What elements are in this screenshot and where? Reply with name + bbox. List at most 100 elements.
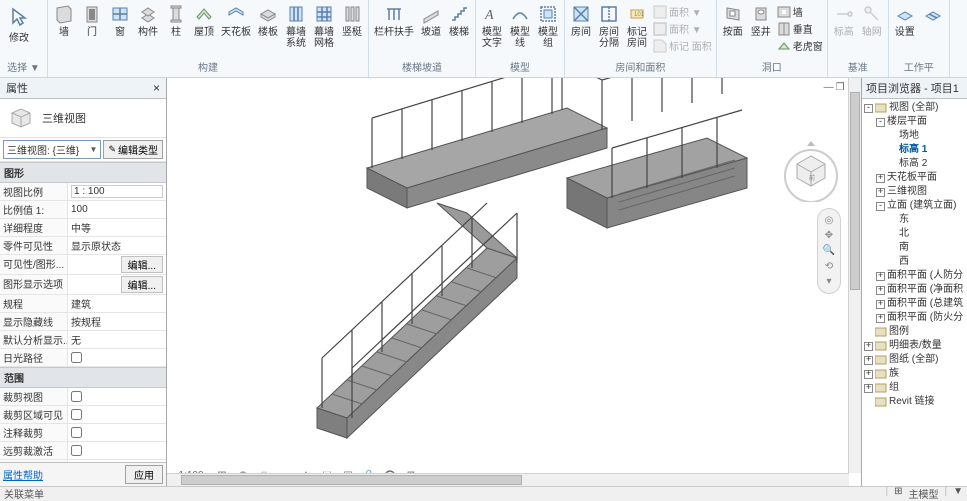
tree-node[interactable]: 西 [862,255,967,269]
opening-face-button[interactable]: 按面 [719,1,747,40]
viewcube[interactable]: 前 [779,138,843,202]
tree-node[interactable]: -楼层平面 [862,115,967,129]
tree-node[interactable]: 东 [862,213,967,227]
collapse-icon[interactable]: - [864,104,873,113]
area-boundary-dropdown[interactable]: 面积 ▼ [651,20,714,37]
checkbox[interactable] [71,445,82,456]
viewport[interactable]: — ❐ ✕ 前 ◎ ✥ 🔍 ⟲ ▾ 1:100 ▦ ◍ ☀ ◐ ✦ ⬚ ▣ 🔒 … [167,78,861,486]
zoom-icon[interactable]: 🔍 [823,245,835,256]
opening-vertical-button[interactable]: 垂直 [775,20,825,37]
curtain-system-button[interactable]: 幕墙 系统 [282,1,310,51]
restore-icon[interactable]: ❐ [836,82,845,93]
component-button[interactable]: 构件 [134,1,162,40]
checkbox[interactable] [71,409,82,420]
pan-icon[interactable]: ✥ [825,230,833,241]
expand-icon[interactable]: + [876,188,885,197]
roof-button[interactable]: 屋顶 [190,1,218,40]
close-icon[interactable]: × [153,81,160,95]
steering-wheel-icon[interactable]: ◎ [825,215,834,226]
properties-help-link[interactable]: 属性帮助 [3,467,43,482]
checkbox[interactable] [71,391,82,402]
scrollbar-thumb[interactable] [181,475,522,485]
ramp-button[interactable]: 坡道 [417,1,445,40]
opening-shaft-button[interactable]: 竖井 [747,1,775,40]
apply-button[interactable]: 应用 [125,465,163,484]
tree-node[interactable]: +面积平面 (净面积 [862,283,967,297]
workplane-show-button[interactable] [919,1,947,27]
column-button[interactable]: 柱 [162,1,190,40]
modify-button[interactable]: 修改 [2,1,36,46]
status-hint[interactable]: 主模型 [908,486,938,501]
viewcube-home-icon[interactable] [807,141,815,146]
tree-node[interactable]: 图例 [862,325,967,339]
scrollbar-thumb[interactable] [850,92,860,290]
type-selector-row[interactable]: 三维视图 [0,99,166,138]
tree-node[interactable]: +明细表/数量 [862,339,967,353]
status-worksets-icon[interactable]: ⊞ [894,486,902,501]
tree-node[interactable]: 标高 1 [862,143,967,157]
horizontal-scrollbar[interactable] [167,473,849,486]
tree-node[interactable]: +面积平面 (防火分 [862,311,967,325]
expand-icon[interactable]: + [876,286,885,295]
area-dropdown[interactable]: 面积 ▼ [651,3,714,20]
model-line-button[interactable]: 模型 线 [506,1,534,51]
expand-icon[interactable]: + [876,174,885,183]
minimize-icon[interactable]: — [824,82,834,93]
tree-node[interactable]: -立面 (建筑立面) [862,199,967,213]
wall-button[interactable]: 墙 [50,1,78,40]
expand-icon[interactable]: + [876,272,885,281]
tree-node[interactable]: +组 [862,381,967,395]
railing-button[interactable]: 栏杆扶手 [371,1,417,40]
section-extents[interactable]: 范围 [0,367,166,388]
navigation-bar[interactable]: ◎ ✥ 🔍 ⟲ ▾ [817,208,841,294]
checkbox[interactable] [71,427,82,438]
model-text-button[interactable]: A模型 文字 [478,1,506,51]
model-group-button[interactable]: 模型 组 [534,1,562,51]
tree-node[interactable]: -视图 (全部) [862,101,967,115]
section-graphics[interactable]: 图形 [0,162,166,183]
room-separator-button[interactable]: 房间 分隔 [595,1,623,51]
tag-area-button[interactable]: 标记 面积 [651,37,714,54]
mullion-button[interactable]: 竖梃 [338,1,366,40]
properties-grid[interactable]: 图形 视图比例1 : 100 比例值 1:100 详细程度中等 零件可见性显示原… [0,162,166,462]
expand-icon[interactable]: + [864,384,873,393]
room-button[interactable]: 房间 [567,1,595,40]
edit-button[interactable]: 编辑... [121,276,163,293]
tree-node[interactable]: Revit 链接 [862,395,967,409]
tree-node[interactable]: +族 [862,367,967,381]
collapse-icon[interactable]: - [876,202,885,211]
tree-node[interactable]: +三维视图 [862,185,967,199]
model-3d-view[interactable] [167,78,861,486]
workplane-set-button[interactable]: 设置 [891,1,919,40]
checkbox[interactable] [71,352,82,363]
tree-node[interactable]: +天花板平面 [862,171,967,185]
select-dropdown[interactable]: 选择 ▼ [2,58,45,76]
tree-node[interactable]: +面积平面 (总建筑 [862,297,967,311]
status-filter-icon[interactable]: ▼ [953,486,963,501]
tag-room-button[interactable]: 101标记 房间 [623,1,651,51]
edit-type-button[interactable]: ✎编辑类型 [103,140,163,159]
collapse-icon[interactable]: - [876,118,885,127]
expand-icon[interactable]: + [876,300,885,309]
stair-button[interactable]: 楼梯 [445,1,473,40]
grid-button[interactable]: 轴网 [858,1,886,40]
floor-button[interactable]: 楼板 [254,1,282,40]
vertical-scrollbar[interactable] [848,78,861,473]
tree-node[interactable]: +面积平面 (人防分 [862,269,967,283]
edit-button[interactable]: 编辑... [121,256,163,273]
nav-more-icon[interactable]: ▾ [826,276,831,287]
opening-dormer-button[interactable]: 老虎窗 [775,37,825,54]
door-button[interactable]: 门 [78,1,106,40]
browser-tree[interactable]: -视图 (全部)-楼层平面场地标高 1标高 2+天花板平面+三维视图-立面 (建… [862,99,967,486]
tree-node[interactable]: 北 [862,227,967,241]
window-button[interactable]: 窗 [106,1,134,40]
orbit-icon[interactable]: ⟲ [825,261,833,272]
tree-node[interactable]: 标高 2 [862,157,967,171]
expand-icon[interactable]: + [864,342,873,351]
ceiling-button[interactable]: 天花板 [218,1,254,40]
tree-node[interactable]: +图纸 (全部) [862,353,967,367]
expand-icon[interactable]: + [864,356,873,365]
level-button[interactable]: 标高 [830,1,858,40]
expand-icon[interactable]: + [864,370,873,379]
expand-icon[interactable]: + [876,314,885,323]
